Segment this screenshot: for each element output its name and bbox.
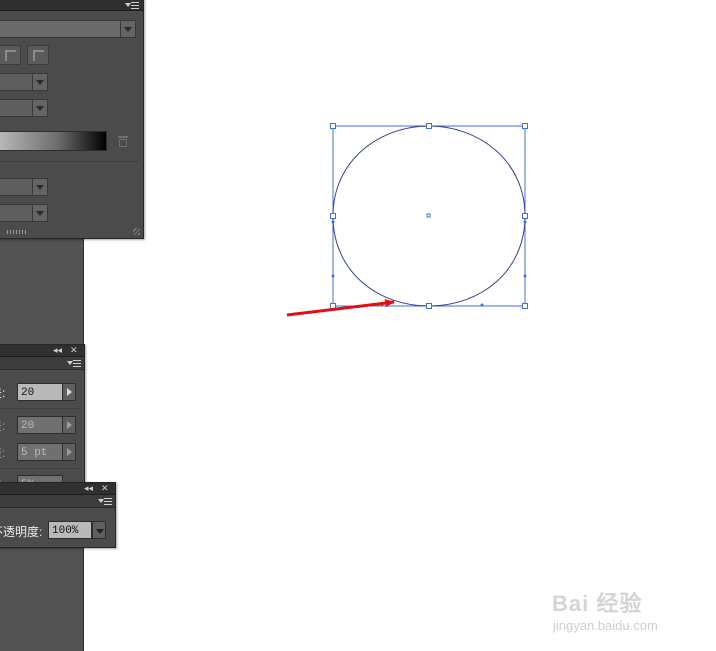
bounding-box bbox=[332, 125, 526, 307]
distance-label: 差: bbox=[0, 446, 6, 460]
divider bbox=[0, 408, 81, 409]
divider bbox=[0, 161, 139, 162]
blend-options-panel: ◂◂ ✕ 差: 20 差: 20 差: 5 pt 差: 5% bbox=[0, 344, 85, 496]
spacing-arrow-button[interactable] bbox=[62, 383, 76, 401]
chevron-down-icon[interactable] bbox=[32, 179, 47, 195]
opacity-input[interactable]: 100% bbox=[48, 521, 92, 539]
distance-arrow-button[interactable] bbox=[62, 443, 76, 461]
distance-input[interactable]: 5 pt bbox=[17, 443, 63, 461]
opacity-dropdown[interactable] bbox=[0, 178, 48, 196]
chevron-down-icon[interactable] bbox=[32, 100, 47, 116]
steps-arrow-button[interactable] bbox=[62, 416, 76, 434]
panel-menu-icon[interactable] bbox=[67, 359, 81, 367]
close-icon[interactable]: ✕ bbox=[70, 346, 78, 355]
gradient-panel bbox=[0, 0, 144, 239]
panel-menu-icon[interactable] bbox=[98, 497, 112, 505]
spacing-input[interactable]: 20 bbox=[17, 383, 63, 401]
selection-handles[interactable] bbox=[330, 123, 528, 309]
panel-menu-bar bbox=[0, 357, 84, 370]
ellipse-path[interactable] bbox=[332, 125, 526, 307]
location-dropdown[interactable] bbox=[0, 204, 48, 222]
anchor-points[interactable] bbox=[331, 220, 527, 307]
chevron-down-icon[interactable] bbox=[32, 205, 47, 221]
close-icon[interactable]: ✕ bbox=[101, 484, 109, 493]
gradient-slider[interactable] bbox=[0, 131, 107, 151]
spacing-label: 差: bbox=[0, 386, 6, 400]
center-point bbox=[426, 213, 431, 218]
transparency-panel: ◂◂ ✕ 不透明度: 100% bbox=[0, 482, 116, 548]
angle-dropdown[interactable] bbox=[0, 73, 48, 91]
collapse-icon[interactable]: ◂◂ bbox=[53, 346, 62, 355]
resize-grip-icon[interactable] bbox=[133, 228, 140, 235]
opacity-label: 不透明度: bbox=[0, 525, 43, 539]
baidu-watermark-url: jingyan.baidu.com bbox=[553, 618, 658, 633]
stroke-option-button-1[interactable] bbox=[0, 45, 21, 65]
red-arrow-annotation bbox=[286, 299, 395, 317]
baidu-watermark-logo: Bai 经验 bbox=[552, 591, 643, 616]
collapse-icon[interactable]: ◂◂ bbox=[84, 484, 93, 493]
chevron-down-icon[interactable] bbox=[92, 521, 106, 539]
chevron-down-icon[interactable] bbox=[32, 74, 47, 90]
aspect-dropdown[interactable] bbox=[0, 99, 48, 117]
steps-input[interactable]: 20 bbox=[17, 416, 63, 434]
selected-ellipse[interactable] bbox=[330, 123, 528, 309]
panel-title-bar[interactable] bbox=[0, 0, 143, 11]
panel-drag-grip[interactable] bbox=[7, 230, 27, 234]
steps-label: 差: bbox=[0, 419, 6, 433]
trash-icon[interactable] bbox=[118, 136, 128, 147]
gradient-type-dropdown[interactable] bbox=[0, 20, 136, 38]
chevron-down-icon[interactable] bbox=[120, 21, 135, 37]
panel-title-bar[interactable]: ◂◂ ✕ bbox=[0, 345, 84, 357]
panel-title-bar[interactable]: ◂◂ ✕ bbox=[0, 483, 115, 495]
panel-menu-bar bbox=[0, 495, 115, 508]
panel-menu-icon[interactable] bbox=[125, 1, 139, 9]
stroke-option-button-2[interactable] bbox=[27, 45, 49, 65]
divider bbox=[0, 468, 81, 469]
